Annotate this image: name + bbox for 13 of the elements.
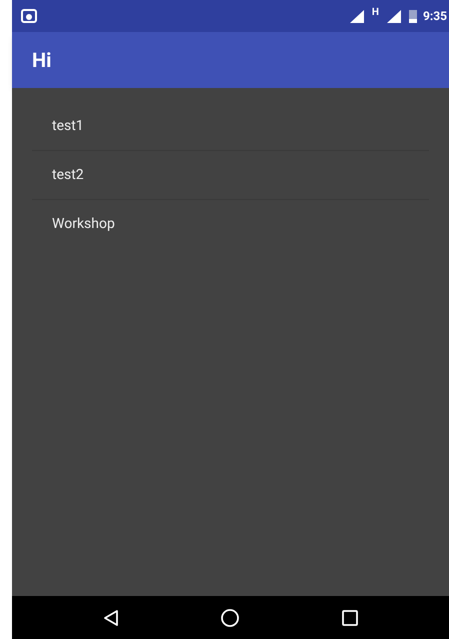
network-type: H: [372, 6, 379, 20]
app-title: Hi: [32, 47, 52, 74]
photo-icon: [21, 9, 37, 23]
signal-icon: [386, 10, 401, 22]
battery-icon: [408, 9, 417, 23]
back-icon[interactable]: [102, 608, 120, 626]
home-icon[interactable]: [220, 608, 240, 628]
clock: 9:35: [422, 8, 447, 25]
list-item[interactable]: test2: [32, 151, 429, 200]
list-item[interactable]: Workshop: [32, 200, 429, 249]
signal-icon: [350, 10, 364, 22]
list-item[interactable]: test1: [32, 102, 429, 151]
recents-icon[interactable]: [340, 608, 359, 626]
